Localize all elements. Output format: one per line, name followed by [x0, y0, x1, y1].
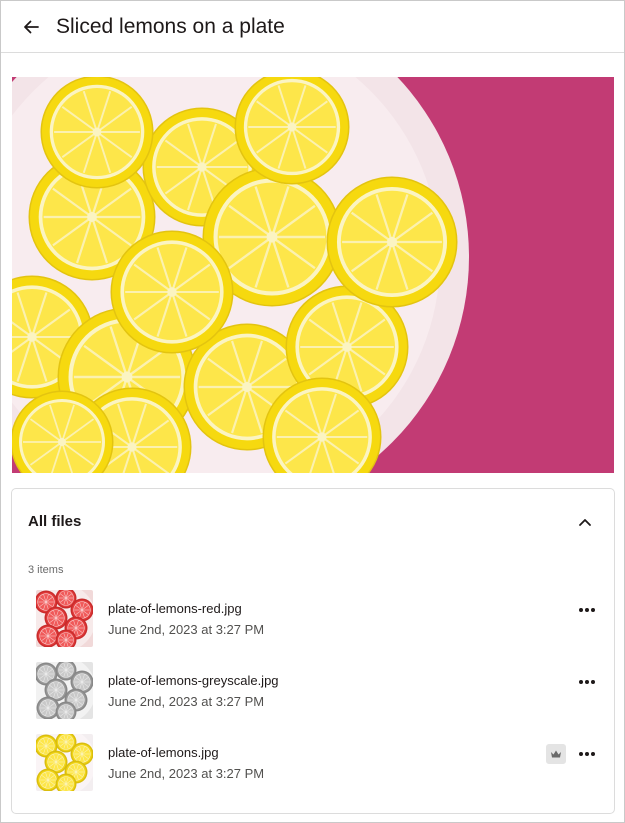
file-row[interactable]: plate-of-lemons-red.jpg June 2nd, 2023 a…	[36, 590, 606, 648]
file-row[interactable]: plate-of-lemons-greyscale.jpg June 2nd, …	[36, 662, 606, 720]
premium-badge	[546, 744, 566, 764]
file-name[interactable]: plate-of-lemons-red.jpg	[108, 601, 242, 616]
more-horizontal-icon	[579, 752, 595, 756]
file-thumbnail	[36, 734, 93, 791]
more-horizontal-icon	[579, 608, 595, 612]
chevron-up-icon	[579, 519, 591, 526]
more-options-button[interactable]	[576, 602, 598, 618]
file-date: June 2nd, 2023 at 3:27 PM	[108, 622, 265, 637]
more-options-button[interactable]	[576, 674, 598, 690]
file-date: June 2nd, 2023 at 3:27 PM	[108, 694, 265, 709]
lemon-slices-plate-image	[12, 77, 614, 473]
file-thumbnail	[36, 590, 93, 647]
panel-title: All files	[28, 513, 82, 530]
image-preview[interactable]	[12, 77, 614, 473]
file-thumbnail	[36, 662, 93, 719]
file-name[interactable]: plate-of-lemons-greyscale.jpg	[108, 673, 279, 688]
back-button[interactable]	[19, 15, 43, 39]
page-header: Sliced lemons on a plate	[1, 1, 624, 53]
file-preview-window: Sliced lemons on a plate All files 3 ite…	[0, 0, 625, 823]
all-files-panel: All files 3 items plate-of-lemons-red.jp…	[11, 488, 615, 814]
collapse-button[interactable]	[574, 511, 596, 533]
file-row[interactable]: plate-of-lemons.jpg June 2nd, 2023 at 3:…	[36, 734, 606, 792]
more-horizontal-icon	[579, 680, 595, 684]
file-name[interactable]: plate-of-lemons.jpg	[108, 745, 219, 760]
page-title: Sliced lemons on a plate	[56, 15, 285, 38]
arrow-left-icon	[24, 20, 39, 34]
crown-icon	[551, 750, 561, 758]
more-options-button[interactable]	[576, 746, 598, 762]
item-count: 3 items	[28, 564, 64, 576]
file-date: June 2nd, 2023 at 3:27 PM	[108, 766, 265, 781]
